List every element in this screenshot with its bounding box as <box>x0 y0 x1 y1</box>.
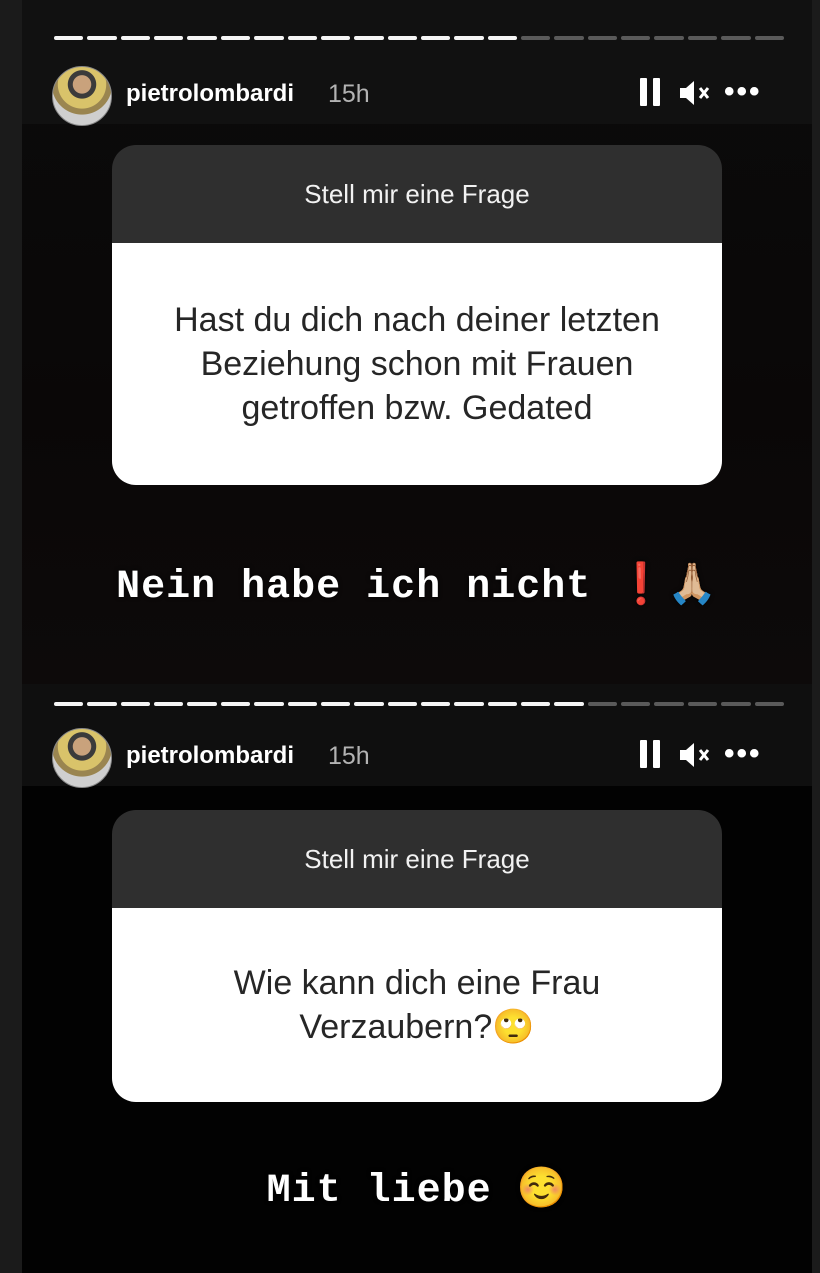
progress-segment <box>354 36 384 40</box>
progress-segment <box>687 36 718 40</box>
progress-segment <box>754 36 784 40</box>
progress-segment <box>554 36 584 40</box>
progress-segment <box>287 36 317 40</box>
progress-segment <box>554 702 584 706</box>
progress-segment <box>687 702 718 706</box>
progress-segment <box>454 36 484 40</box>
progress-segment <box>487 702 518 706</box>
story-frame-1: pietrolombardi 15h ••• Stell mir eine Fr… <box>22 0 812 684</box>
progress-segment <box>420 36 451 40</box>
progress-segment <box>521 702 551 706</box>
progress-segment <box>387 702 417 706</box>
answer-emoji: ☺️ <box>516 1165 568 1211</box>
progress-segment <box>754 702 784 706</box>
progress-segment <box>220 36 251 40</box>
progress-segment <box>387 36 417 40</box>
progress-segment <box>320 702 351 706</box>
progress-segment <box>254 702 284 706</box>
question-text: Wie kann dich eine Frau Verzaubern?🙄 <box>233 964 601 1046</box>
progress-segment <box>621 702 651 706</box>
story-header: pietrolombardi 15h ••• <box>22 684 812 788</box>
speaker-muted-icon[interactable] <box>678 78 714 108</box>
story-header: pietrolombardi 15h ••• <box>22 0 812 126</box>
post-time: 15h <box>328 742 370 770</box>
progress-segment <box>420 702 451 706</box>
progress-segment <box>721 36 751 40</box>
progress-segment <box>187 36 217 40</box>
question-sticker: Stell mir eine Frage Hast du dich nach d… <box>112 145 722 485</box>
progress-segment <box>654 36 684 40</box>
progress-segment <box>187 702 217 706</box>
progress-segment <box>154 36 184 40</box>
progress-segment <box>220 702 251 706</box>
username[interactable]: pietrolombardi <box>126 80 294 108</box>
story-frame-2: pietrolombardi 15h ••• Stell mir eine Fr… <box>22 684 812 1273</box>
story-progress-bar <box>54 702 784 707</box>
question-sticker-header: Stell mir eine Frage <box>112 145 722 243</box>
pause-icon[interactable] <box>640 740 662 770</box>
story-progress-bar <box>54 36 784 41</box>
progress-segment <box>87 36 117 40</box>
progress-segment <box>487 36 518 40</box>
question-sticker-header: Stell mir eine Frage <box>112 810 722 908</box>
progress-segment <box>654 702 684 706</box>
question-text-container: Hast du dich nach deiner letzten Beziehu… <box>112 243 722 485</box>
progress-segment <box>354 702 384 706</box>
avatar[interactable] <box>52 66 112 126</box>
progress-segment <box>587 702 618 706</box>
progress-segment <box>120 36 151 40</box>
answer-text-container: Nein habe ich nicht ❗🙏🏼 <box>22 560 812 610</box>
answer-text: Mit liebe <box>266 1169 492 1214</box>
progress-segment <box>721 702 751 706</box>
progress-segment <box>454 702 484 706</box>
progress-segment <box>287 702 317 706</box>
answer-text-container: Mit liebe ☺️ <box>22 1164 812 1214</box>
progress-segment <box>87 702 117 706</box>
more-options-icon[interactable]: ••• <box>724 77 768 108</box>
progress-segment <box>120 702 151 706</box>
progress-segment <box>254 36 284 40</box>
speaker-muted-icon[interactable] <box>678 740 714 770</box>
more-options-icon[interactable]: ••• <box>724 739 768 770</box>
progress-segment <box>320 36 351 40</box>
username[interactable]: pietrolombardi <box>126 742 294 770</box>
progress-segment <box>54 702 84 706</box>
pause-icon[interactable] <box>640 78 662 108</box>
progress-segment <box>621 36 651 40</box>
answer-emoji: ❗🙏🏼 <box>616 561 718 607</box>
question-text: Hast du dich nach deiner letzten Beziehu… <box>174 301 660 427</box>
progress-segment <box>521 36 551 40</box>
progress-segment <box>587 36 618 40</box>
question-text-container: Wie kann dich eine Frau Verzaubern?🙄 <box>112 908 722 1102</box>
progress-segment <box>54 36 84 40</box>
answer-text: Nein habe ich nicht <box>116 565 592 610</box>
post-time: 15h <box>328 80 370 108</box>
progress-segment <box>154 702 184 706</box>
question-sticker: Stell mir eine Frage Wie kann dich eine … <box>112 810 722 1102</box>
avatar[interactable] <box>52 728 112 788</box>
